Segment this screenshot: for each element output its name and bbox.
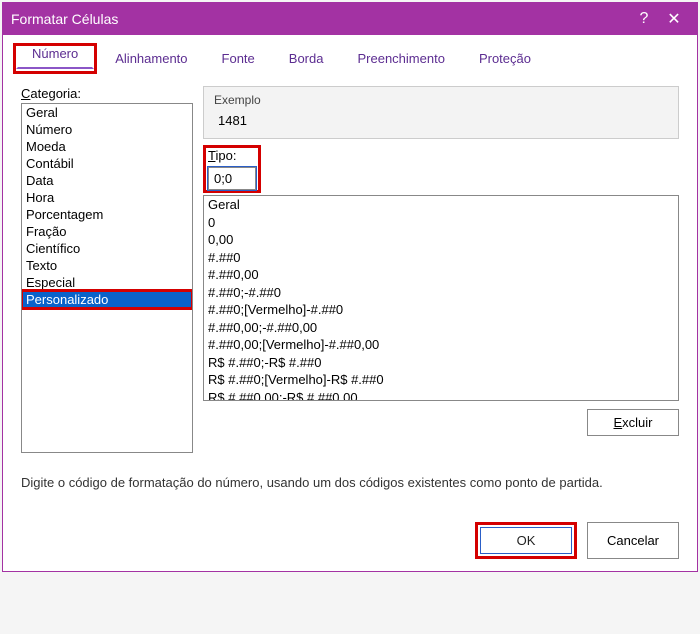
list-item-personalizado[interactable]: Personalizado [22,291,192,308]
list-item[interactable]: Fração [22,223,192,240]
format-cells-dialog: Formatar Células ? ✕ Número Alinhamento … [2,2,698,572]
list-item[interactable]: Porcentagem [22,206,192,223]
list-item[interactable]: Texto [22,257,192,274]
tab-borda[interactable]: Borda [273,43,340,74]
tab-alinhamento[interactable]: Alinhamento [99,43,203,74]
categoria-label: Categoria: [21,86,81,101]
list-item[interactable]: Especial [22,274,192,291]
list-item[interactable]: Científico [22,240,192,257]
tipo-label: Tipo: [208,148,236,163]
list-item[interactable]: Geral [204,196,678,214]
list-item[interactable]: #.##0;[Vermelho]-#.##0 [204,301,678,319]
list-item[interactable]: Número [22,121,192,138]
example-box: Exemplo 1481 [203,86,679,139]
list-item[interactable]: Hora [22,189,192,206]
format-listbox[interactable]: Geral 0 0,00 #.##0 #.##0,00 #.##0;-#.##0… [203,195,679,401]
list-item[interactable]: Moeda [22,138,192,155]
list-item[interactable]: Data [22,172,192,189]
tipo-input[interactable] [208,167,256,190]
exemplo-label: Exemplo [214,93,668,107]
hint-text: Digite o código de formatação do número,… [21,475,679,490]
tab-protecao[interactable]: Proteção [463,43,547,74]
ok-button[interactable]: OK [480,527,572,554]
window-title: Formatar Células [11,11,629,27]
list-item[interactable]: R$ #.##0;[Vermelho]-R$ #.##0 [204,371,678,389]
tab-preenchimento[interactable]: Preenchimento [341,43,460,74]
list-item[interactable]: Contábil [22,155,192,172]
list-item[interactable]: #.##0,00;[Vermelho]-#.##0,00 [204,336,678,354]
list-item[interactable]: 0 [204,214,678,232]
list-item[interactable]: Geral [22,104,192,121]
close-icon[interactable]: ✕ [659,9,689,29]
list-item[interactable]: R$ #.##0;-R$ #.##0 [204,354,678,372]
category-listbox[interactable]: Geral Número Moeda Contábil Data Hora Po… [21,103,193,453]
help-icon[interactable]: ? [629,10,659,28]
list-item[interactable]: R$ #.##0,00;-R$ #.##0,00 [204,389,678,401]
tab-fonte[interactable]: Fonte [206,43,271,74]
tabs-bar: Número Alinhamento Fonte Borda Preenchim… [3,35,697,74]
list-item[interactable]: #.##0,00;-#.##0,00 [204,319,678,337]
excluir-button[interactable]: Excluir [587,409,679,436]
list-item[interactable]: #.##0;-#.##0 [204,284,678,302]
list-item[interactable]: 0,00 [204,231,678,249]
cancel-button[interactable]: Cancelar [587,522,679,559]
list-item[interactable]: #.##0 [204,249,678,267]
list-item[interactable]: #.##0,00 [204,266,678,284]
tab-numero[interactable]: Número [16,38,94,69]
titlebar: Formatar Células ? ✕ [3,3,697,35]
exemplo-value: 1481 [214,107,668,128]
